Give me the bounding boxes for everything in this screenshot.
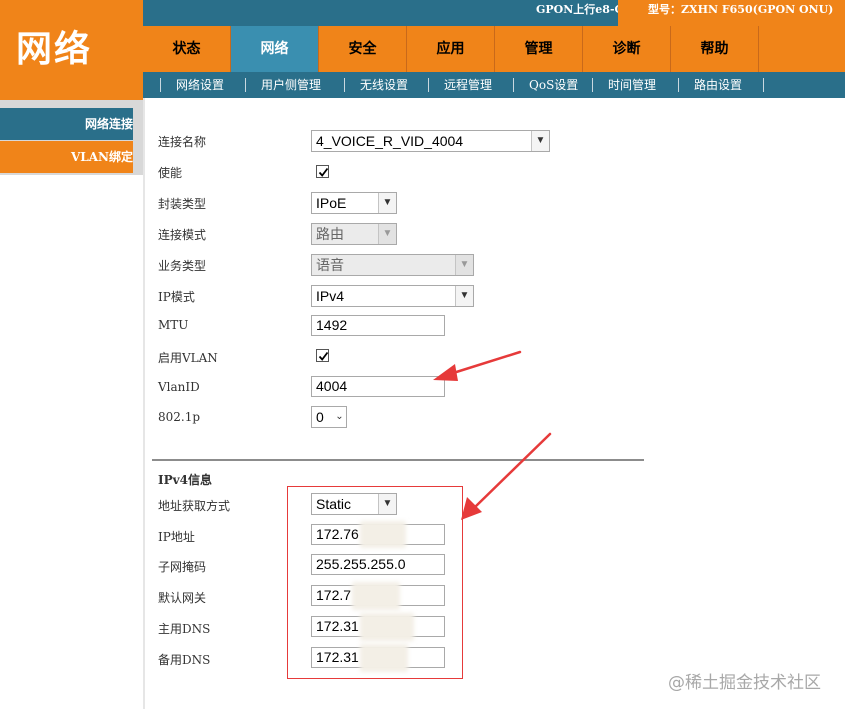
annotation-arrow-vlan — [433, 350, 522, 381]
annotation-arrow-ipv4 — [461, 432, 552, 520]
watermark-text: @稀土掘金技术社区 — [668, 673, 821, 693]
annotation-arrows — [433, 350, 552, 520]
